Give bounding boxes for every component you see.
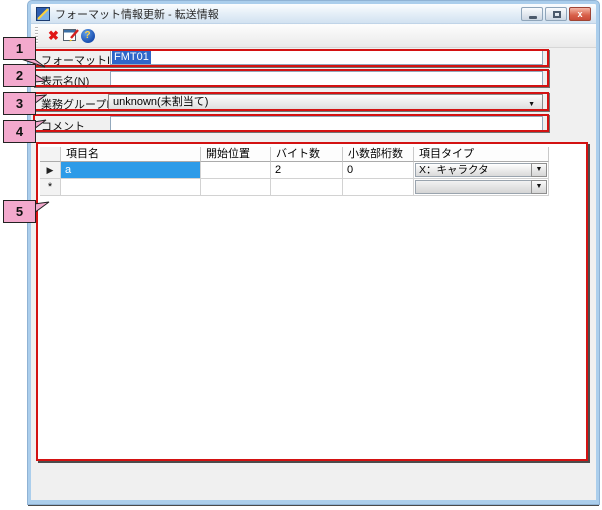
grid-row-new: * ▼	[40, 179, 549, 196]
register-icon[interactable]	[62, 28, 79, 44]
business-group-value: unknown(未割当て)	[113, 96, 208, 108]
callout-3: 3	[3, 92, 36, 115]
window-controls: x	[521, 7, 591, 21]
business-group-dropdown[interactable]: unknown(未割当て) ▼	[108, 94, 543, 110]
title-bar[interactable]: フォーマット情報更新 - 転送情報 x	[31, 4, 596, 24]
current-row-icon: ▶	[47, 165, 54, 175]
comment-label: コメント	[41, 118, 85, 134]
display-name-input[interactable]	[110, 71, 543, 86]
item-type-combo-button[interactable]: ▼	[531, 180, 547, 194]
item-type-combo[interactable]	[415, 180, 547, 194]
item-type-combo[interactable]: X：キャラクタ	[415, 163, 547, 177]
comment-input[interactable]	[110, 116, 543, 131]
close-button[interactable]: x	[569, 7, 591, 21]
callout-5: 5	[3, 200, 36, 223]
items-grid: 項目名 開始位置 バイト数 小数部桁数 項目タイプ ▶ a 2 0 X：キャラク…	[40, 147, 549, 196]
chevron-down-icon: ▼	[536, 183, 543, 190]
register-icon-glyph	[63, 28, 79, 43]
column-header-item-type[interactable]: 項目タイプ	[414, 147, 549, 162]
format-id-input[interactable]: FMT01	[110, 50, 543, 65]
chevron-down-icon: ▼	[536, 166, 543, 173]
new-row-icon: *	[48, 181, 52, 193]
callout-5-pointer	[34, 201, 50, 214]
display-name-label: 表示名(N)	[41, 73, 89, 89]
app-icon	[36, 7, 50, 21]
cell-item-type: X：キャラクタ ▼	[414, 162, 549, 179]
help-button[interactable]: ?	[79, 28, 96, 44]
callout-2: 2	[3, 64, 36, 87]
cell-item-type: ▼	[414, 179, 549, 196]
grid-corner-cell	[40, 147, 61, 162]
format-id-value-selected: FMT01	[112, 51, 151, 64]
help-icon: ?	[81, 29, 95, 43]
callout-1: 1	[3, 37, 36, 60]
screenshot-canvas: フォーマット情報更新 - 転送情報 x ✖ ?	[0, 0, 602, 507]
cell-byte-count[interactable]	[271, 179, 343, 196]
format-id-label: フォーマットID	[41, 52, 118, 68]
minimize-button[interactable]	[521, 7, 543, 21]
row-selector-current[interactable]: ▶	[40, 162, 61, 179]
column-header-byte-count[interactable]: バイト数	[271, 147, 343, 162]
maximize-button[interactable]	[545, 7, 567, 21]
cell-start-position[interactable]	[201, 162, 271, 179]
grid-row-1: ▶ a 2 0 X：キャラクタ ▼	[40, 162, 549, 179]
delete-icon[interactable]: ✖	[45, 28, 62, 44]
chevron-down-icon: ▼	[528, 98, 535, 110]
cell-decimal-digits[interactable]	[343, 179, 414, 196]
row-selector-new[interactable]: *	[40, 179, 61, 196]
toolbar: ✖ ?	[31, 24, 596, 48]
minimize-icon	[529, 16, 537, 19]
cell-byte-count[interactable]: 2	[271, 162, 343, 179]
column-header-decimal-digits[interactable]: 小数部桁数	[343, 147, 414, 162]
column-header-start-position[interactable]: 開始位置	[201, 147, 271, 162]
close-icon: x	[577, 9, 582, 19]
cell-start-position[interactable]	[201, 179, 271, 196]
column-header-item-name[interactable]: 項目名	[61, 147, 201, 162]
grid-header-row: 項目名 開始位置 バイト数 小数部桁数 項目タイプ	[40, 147, 549, 162]
window-title: フォーマット情報更新 - 転送情報	[55, 6, 219, 22]
cell-decimal-digits[interactable]: 0	[343, 162, 414, 179]
cell-item-name[interactable]	[61, 179, 201, 196]
maximize-icon	[553, 11, 561, 18]
cell-item-name[interactable]: a	[61, 162, 201, 179]
callout-4: 4	[3, 120, 36, 143]
item-type-combo-button[interactable]: ▼	[531, 163, 547, 177]
